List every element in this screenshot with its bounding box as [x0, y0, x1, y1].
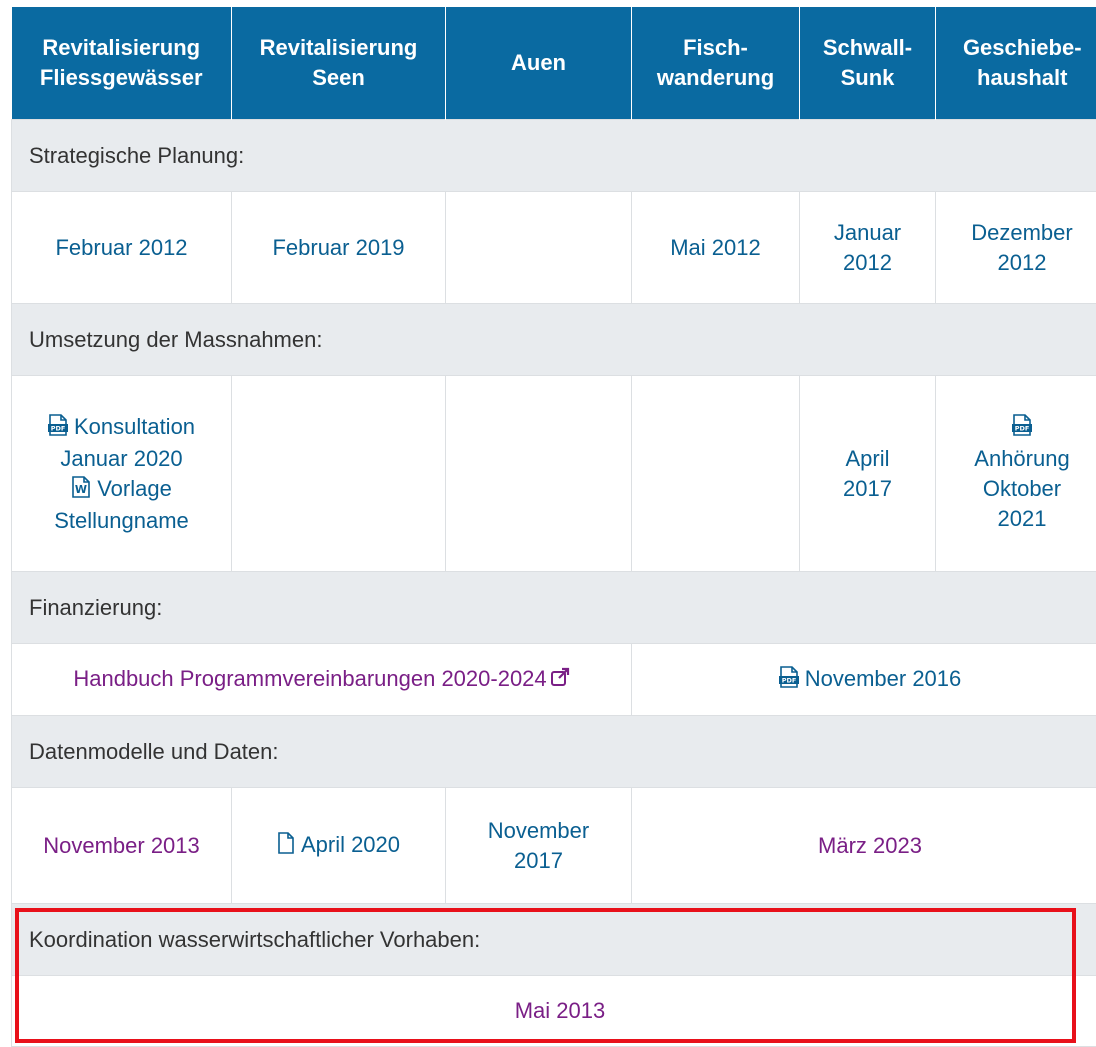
pdf-file-icon: PDF — [779, 666, 799, 696]
table-row-finanzierung: Handbuch Programmvereinbarungen 2020-202… — [12, 644, 1096, 716]
table-row-umsetzung: PDF Konsultation Januar 2020 W Vorlage S… — [12, 376, 1096, 572]
section-title: Strategische Planung: — [12, 120, 1096, 192]
cell-fischwanderung-empty — [632, 376, 800, 572]
cell-schwall-sunk: Januar 2012 — [800, 192, 936, 304]
column-header-geschiebehaushalt: Geschiebe- haushalt — [936, 7, 1096, 120]
file-outline-icon — [277, 832, 295, 862]
cell-auen-empty — [446, 376, 632, 572]
cell-seen: Februar 2019 — [232, 192, 446, 304]
link-anhoerung-oktober-2021[interactable]: PDF Anhörung Oktober 2021 — [974, 416, 1069, 531]
section-title: Koordination wasserwirtschaftlicher Vorh… — [12, 904, 1096, 976]
word-file-icon: W — [71, 476, 91, 506]
link-november-2017[interactable]: November 2017 — [488, 818, 589, 873]
link-konsultation[interactable]: PDF Konsultation Januar 2020 — [48, 414, 195, 471]
page: Revitalisierung Fliessgewässer Revitalis… — [0, 0, 1096, 1046]
cell-geschiebehaushalt: Dezember 2012 — [936, 192, 1096, 304]
cell-fliessgewaesser: November 2013 — [12, 788, 232, 904]
pdf-file-icon: PDF — [1012, 416, 1032, 441]
column-header-revitalisierung-fliessgewaesser: Revitalisierung Fliessgewässer — [12, 7, 232, 120]
section-title: Finanzierung: — [12, 572, 1096, 644]
link-april-2017[interactable]: April 2017 — [843, 446, 892, 501]
section-row-umsetzung: Umsetzung der Massnahmen: — [12, 304, 1096, 376]
cell-fliessgewaesser: Februar 2012 — [12, 192, 232, 304]
svg-text:W: W — [75, 483, 87, 496]
program-table: Revitalisierung Fliessgewässer Revitalis… — [11, 7, 1096, 1047]
cell-fischwanderung: Mai 2012 — [632, 192, 800, 304]
link-dezember-2012[interactable]: Dezember 2012 — [971, 220, 1072, 275]
column-header-auen: Auen — [446, 7, 632, 120]
column-header-schwall-sunk: Schwall- Sunk — [800, 7, 936, 120]
cell-auen: November 2017 — [446, 788, 632, 904]
link-mai-2013[interactable]: Mai 2013 — [515, 998, 606, 1023]
link-januar-2012[interactable]: Januar 2012 — [834, 220, 901, 275]
section-row-finanzierung: Finanzierung: — [12, 572, 1096, 644]
link-februar-2019[interactable]: Februar 2019 — [272, 235, 404, 260]
section-row-strategische-planung: Strategische Planung: — [12, 120, 1096, 192]
section-row-koordination: Koordination wasserwirtschaftlicher Vorh… — [12, 904, 1096, 976]
section-row-datenmodelle: Datenmodelle und Daten: — [12, 716, 1096, 788]
table-row-datenmodelle: November 2013 April 2020 November 2017 — [12, 788, 1096, 904]
svg-text:PDF: PDF — [51, 424, 66, 432]
link-maerz-2023[interactable]: März 2023 — [818, 833, 922, 858]
svg-text:PDF: PDF — [1015, 424, 1030, 432]
pdf-file-icon: PDF — [48, 414, 68, 444]
link-april-2020[interactable]: April 2020 — [277, 832, 400, 857]
column-header-fischwanderung: Fisch- wanderung — [632, 7, 800, 120]
link-november-2013[interactable]: November 2013 — [43, 833, 200, 858]
link-vorlage-stellungname[interactable]: W Vorlage Stellungname — [54, 476, 189, 533]
cell-mai-2013: Mai 2013 — [12, 976, 1096, 1047]
section-title: Umsetzung der Massnahmen: — [12, 304, 1096, 376]
table-row-strategische-planung: Februar 2012 Februar 2019 Mai 2012 Janua… — [12, 192, 1096, 304]
cell-schwall-sunk: April 2017 — [800, 376, 936, 572]
section-title: Datenmodelle und Daten: — [12, 716, 1096, 788]
link-februar-2012[interactable]: Februar 2012 — [55, 235, 187, 260]
table-header-row: Revitalisierung Fliessgewässer Revitalis… — [12, 7, 1096, 120]
table-row-koordination: Mai 2013 — [12, 976, 1096, 1047]
cell-auen-empty — [446, 192, 632, 304]
cell-maerz-2023: März 2023 — [632, 788, 1096, 904]
cell-handbuch: Handbuch Programmvereinbarungen 2020-202… — [12, 644, 632, 716]
cell-geschiebehaushalt: PDF Anhörung Oktober 2021 — [936, 376, 1096, 572]
external-link-icon — [550, 665, 570, 695]
link-november-2016[interactable]: PDF November 2016 — [779, 666, 962, 691]
cell-seen: April 2020 — [232, 788, 446, 904]
cell-seen-empty — [232, 376, 446, 572]
cell-november-2016: PDF November 2016 — [632, 644, 1096, 716]
link-mai-2012[interactable]: Mai 2012 — [670, 235, 761, 260]
link-handbuch-programmvereinbarungen[interactable]: Handbuch Programmvereinbarungen 2020-202… — [73, 666, 569, 691]
column-header-revitalisierung-seen: Revitalisierung Seen — [232, 7, 446, 120]
svg-text:PDF: PDF — [781, 676, 796, 684]
cell-fliessgewaesser: PDF Konsultation Januar 2020 W Vorlage S… — [12, 376, 232, 572]
